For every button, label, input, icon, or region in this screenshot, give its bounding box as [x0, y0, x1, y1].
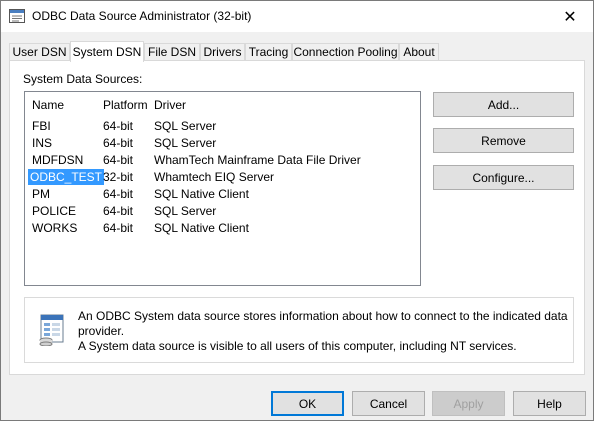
list-item[interactable]: MDFDSN 64-bit WhamTech Mainframe Data Fi… [25, 152, 420, 169]
system-dsn-panel: System Data Sources: Name Platform Drive… [9, 60, 585, 375]
dsn-platform: 64-bit [103, 153, 134, 167]
column-header-name[interactable]: Name [32, 98, 64, 112]
tab-file-dsn[interactable]: File DSN [144, 43, 200, 60]
remove-button[interactable]: Remove [433, 128, 574, 153]
list-item[interactable]: WORKS 64-bit SQL Native Client [25, 220, 420, 237]
configure-button[interactable]: Configure... [433, 165, 574, 190]
list-item[interactable]: INS 64-bit SQL Server [25, 135, 420, 152]
dsn-driver: SQL Server [154, 136, 217, 150]
dsn-platform: 64-bit [103, 204, 134, 218]
dsn-driver: WhamTech Mainframe Data File Driver [154, 153, 361, 167]
apply-button[interactable]: Apply [432, 391, 505, 416]
cancel-button[interactable]: Cancel [352, 391, 425, 416]
dsn-name: WORKS [32, 221, 78, 235]
info-line: An ODBC System data source stores inform… [78, 309, 568, 338]
dsn-driver: Whamtech EIQ Server [154, 170, 275, 184]
odbc-app-icon [9, 9, 25, 23]
data-source-list[interactable]: Name Platform Driver FBI 64-bit SQL Serv… [24, 91, 421, 286]
title-bar: ODBC Data Source Administrator (32-bit) … [1, 1, 593, 32]
tab-user-dsn[interactable]: User DSN [9, 43, 70, 60]
dsn-platform: 64-bit [103, 221, 134, 235]
dsn-name: INS [32, 136, 53, 150]
dsn-driver: SQL Native Client [154, 187, 249, 201]
tab-about[interactable]: About [399, 43, 439, 60]
tab-system-dsn[interactable]: System DSN [70, 41, 144, 62]
info-line: A System data source is visible to all u… [78, 339, 517, 353]
column-header-platform[interactable]: Platform [103, 98, 148, 112]
dsn-driver: SQL Server [154, 119, 217, 133]
info-text: An ODBC System data source stores inform… [78, 309, 568, 354]
info-box: An ODBC System data source stores inform… [24, 297, 574, 363]
tab-drivers[interactable]: Drivers [200, 43, 245, 60]
dsn-platform: 32-bit [103, 170, 134, 184]
add-button[interactable]: Add... [433, 92, 574, 117]
tab-connection-pooling[interactable]: Connection Pooling [292, 43, 399, 60]
dsn-driver: SQL Server [154, 204, 217, 218]
list-item-selected[interactable]: ODBC_TEST 32-bit Whamtech EIQ Server [25, 169, 420, 186]
dsn-platform: 64-bit [103, 119, 134, 133]
database-document-icon [35, 312, 69, 347]
close-icon: ✕ [563, 8, 577, 26]
dsn-name: FBI [32, 119, 51, 133]
window-title: ODBC Data Source Administrator (32-bit) [32, 9, 252, 23]
dsn-platform: 64-bit [103, 187, 134, 201]
close-button[interactable]: ✕ [547, 1, 593, 32]
dsn-name: POLICE [32, 204, 77, 218]
list-item[interactable]: PM 64-bit SQL Native Client [25, 186, 420, 203]
dsn-platform: 64-bit [103, 136, 134, 150]
dsn-name: PM [32, 187, 50, 201]
section-label: System Data Sources: [23, 72, 143, 86]
column-header-driver[interactable]: Driver [154, 98, 186, 112]
list-item[interactable]: POLICE 64-bit SQL Server [25, 203, 420, 220]
help-button[interactable]: Help [513, 391, 586, 416]
ok-button[interactable]: OK [271, 391, 344, 416]
dsn-driver: SQL Native Client [154, 221, 249, 235]
dsn-name: MDFDSN [32, 153, 84, 167]
odbc-admin-window: ODBC Data Source Administrator (32-bit) … [0, 0, 594, 421]
tab-tracing[interactable]: Tracing [245, 43, 292, 60]
dsn-name: ODBC_TEST [28, 169, 105, 185]
list-item[interactable]: FBI 64-bit SQL Server [25, 118, 420, 135]
